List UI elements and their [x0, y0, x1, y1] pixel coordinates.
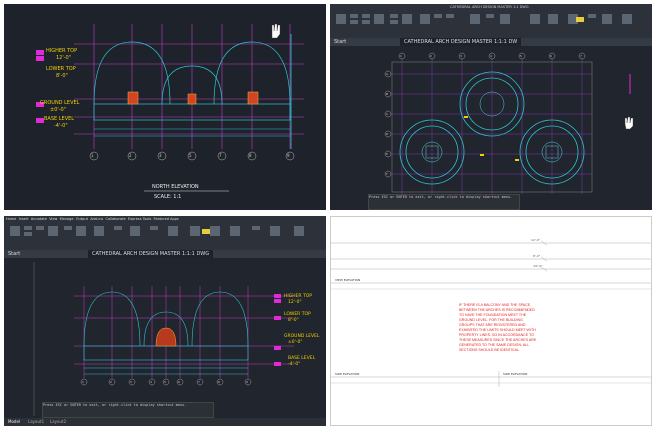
- drawing-scale: SCALE: 1:1: [154, 194, 182, 200]
- grid-top-4: 4: [490, 54, 492, 58]
- grid-bubble-6: 8: [249, 153, 252, 158]
- autocad-floor-plan-window[interactable]: CATHEDRAL ARCH DESIGN MASTER 1:1 DWG Sta…: [330, 4, 652, 210]
- level-0: ±0'-0": [533, 264, 543, 268]
- value-ground-level: ±0'-0": [288, 340, 303, 345]
- label-base-level: BASE LEVEL: [288, 356, 316, 361]
- hand-cursor-icon: [271, 23, 281, 39]
- grid-bubble-9: 9: [246, 380, 248, 384]
- grid-bubble-6: 6: [178, 380, 180, 384]
- grid-top-1: 1: [400, 54, 402, 58]
- value-higher-top: 12'-0": [288, 300, 302, 305]
- sheet-layout-view[interactable]: 12'-0" 8'-0" ±0'-0" VIEW ELEVATION SIDE …: [330, 216, 652, 426]
- tab-layout2[interactable]: Layout2: [50, 419, 66, 424]
- label-lower-top: LOWER TOP: [46, 66, 76, 72]
- grid-top-5: 5: [520, 54, 522, 58]
- value-ground-level: ±0'-0": [50, 107, 67, 113]
- label-ground-level: GROUND LEVEL: [284, 334, 320, 339]
- tab-model[interactable]: Model: [8, 419, 20, 424]
- level-8: 8'-0": [533, 254, 541, 258]
- grid-bubble-7: 7: [198, 380, 200, 384]
- grid-side-a: A: [386, 72, 389, 76]
- value-higher-top: 12'-0": [56, 55, 72, 61]
- design-note: IF THERE IS A BALCONY AND THE SPACE BETW…: [459, 303, 537, 352]
- grid-bubble-5: 5: [164, 380, 166, 384]
- hand-cursor-icon: [624, 116, 634, 130]
- value-lower-top: 8'-0": [288, 318, 299, 323]
- grid-side-f: F: [386, 172, 388, 176]
- south-elevation-drawing: [33, 262, 294, 416]
- label-base-level: BASE LEVEL: [44, 116, 75, 122]
- label-higher-top: HIGHER TOP: [46, 48, 78, 54]
- autocad-south-elevation-window[interactable]: Home Insert Annotate View Manage Output …: [4, 216, 326, 426]
- tab-layout1[interactable]: Layout1: [28, 419, 44, 424]
- command-line[interactable]: Press ESC or ENTER to exit, or right-cli…: [368, 194, 520, 210]
- grid-bubble-2: 2: [129, 153, 132, 158]
- grid-top-7: 7: [580, 54, 582, 58]
- section-label-view: VIEW ELEVATION: [335, 278, 361, 282]
- value-base-level: -4'-0": [54, 123, 68, 129]
- grid-bubble-1: 1: [82, 380, 84, 384]
- section-label-side-right: SIDE ELEVATION: [503, 372, 528, 376]
- drawing-title: NORTH ELEVATION: [152, 184, 199, 190]
- layout-tab-bar[interactable]: Model Layout1 Layout2: [4, 418, 326, 426]
- grid-side-c: C: [386, 112, 389, 116]
- grid-side-d: D: [386, 132, 389, 136]
- grid-bubble-4: 4: [150, 380, 152, 384]
- label-lower-top: LOWER TOP: [284, 312, 311, 317]
- grid-bubble-3: 3: [159, 153, 162, 158]
- grid-bubble-5: 7: [219, 153, 222, 158]
- grid-bubble-7: 9: [287, 153, 290, 158]
- grid-side-e: E: [386, 152, 388, 156]
- grid-top-3: 3: [460, 54, 462, 58]
- grid-side-b: B: [386, 92, 389, 96]
- section-label-side-left: SIDE ELEVATION: [335, 372, 360, 376]
- grid-bubble-3: 3: [130, 380, 132, 384]
- grid-bubble-4: 5: [189, 153, 192, 158]
- level-12: 12'-0": [531, 238, 541, 242]
- label-higher-top: HIGHER TOP: [284, 294, 312, 299]
- label-ground-level: GROUND LEVEL: [40, 100, 80, 106]
- value-base-level: -4'-0": [288, 362, 301, 367]
- command-line[interactable]: Press ESC or ENTER to exit, or right-cli…: [42, 402, 214, 418]
- value-lower-top: 8'-0": [56, 73, 68, 79]
- grid-bubble-2: 2: [110, 380, 112, 384]
- grid-top-2: 2: [430, 54, 432, 58]
- floor-plan-drawing: [384, 52, 634, 194]
- north-elevation-viewport[interactable]: HIGHER TOP 12'-0" LOWER TOP 8'-0" GROUND…: [4, 4, 326, 210]
- grid-bubble-8: 8: [218, 380, 220, 384]
- grid-top-6: 6: [550, 54, 552, 58]
- grid-bubble-1: 1: [91, 153, 94, 158]
